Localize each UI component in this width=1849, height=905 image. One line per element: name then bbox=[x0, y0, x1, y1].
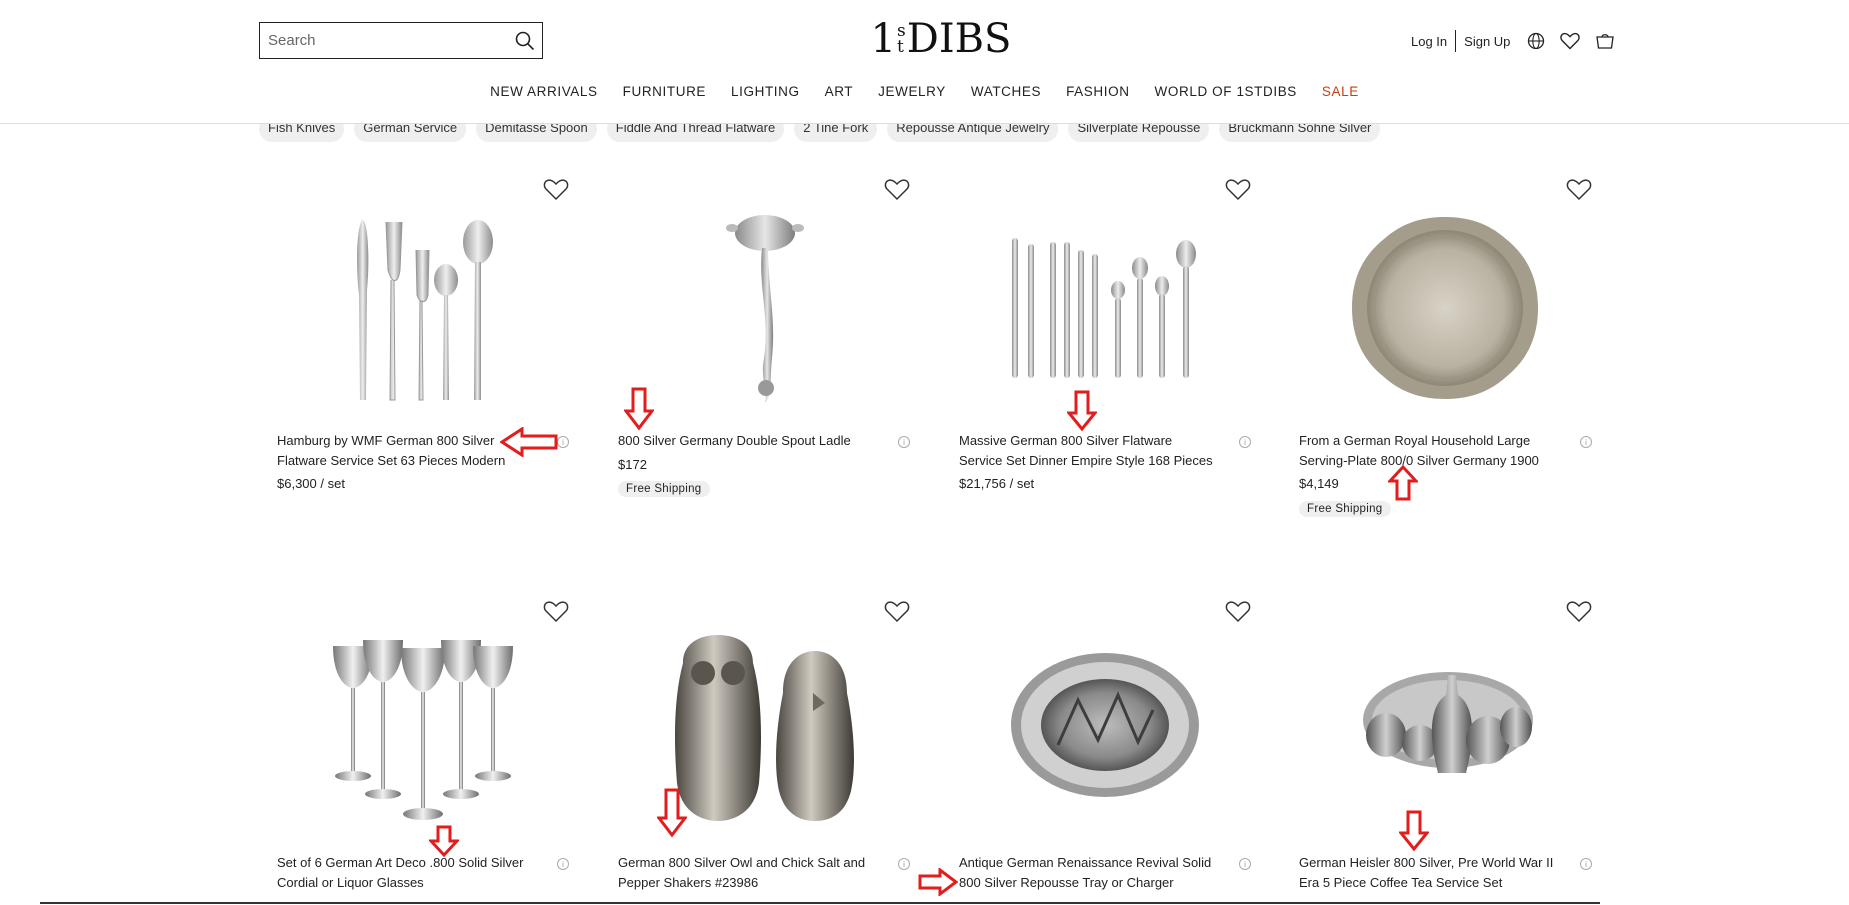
annotation-arrow-down bbox=[1067, 390, 1097, 432]
logo-wordmark: DIBS bbox=[906, 16, 1012, 62]
product-price: $21,756 / set bbox=[959, 476, 1035, 491]
nav-lighting[interactable]: LIGHTING bbox=[719, 84, 813, 99]
product-image[interactable] bbox=[997, 225, 1212, 385]
product-title[interactable]: Hamburg by WMF German 800 Silver Flatwar… bbox=[277, 431, 537, 471]
product-price: $172 bbox=[618, 457, 647, 472]
nav-sale[interactable]: SALE bbox=[1309, 84, 1371, 99]
search-input[interactable] bbox=[260, 23, 508, 58]
product-image[interactable] bbox=[1005, 650, 1205, 800]
logo-superscript: s t bbox=[897, 23, 906, 57]
signup-link[interactable]: Sign Up bbox=[1464, 34, 1510, 49]
product-title[interactable]: Massive German 800 Silver Flatware Servi… bbox=[959, 431, 1219, 471]
annotation-arrow-up bbox=[1388, 465, 1418, 501]
product-title[interactable]: German Heisler 800 Silver, Pre World War… bbox=[1299, 853, 1559, 893]
heart-icon[interactable] bbox=[1223, 174, 1253, 204]
product-title[interactable]: 800 Silver Germany Double Spout Ladle bbox=[618, 431, 878, 451]
globe-icon[interactable] bbox=[1525, 30, 1547, 52]
free-shipping-badge: Free Shipping bbox=[618, 481, 710, 497]
info-icon[interactable]: i bbox=[557, 858, 569, 870]
main-nav: NEW ARRIVALS FURNITURE LIGHTING ART JEWE… bbox=[0, 84, 1849, 99]
annotation-arrow-down bbox=[657, 788, 687, 838]
heart-icon[interactable] bbox=[882, 596, 912, 626]
free-shipping-badge: Free Shipping bbox=[1299, 501, 1391, 517]
info-icon[interactable]: i bbox=[1239, 436, 1251, 448]
info-icon[interactable]: i bbox=[1580, 858, 1592, 870]
product-image[interactable] bbox=[700, 205, 830, 410]
logo-sup-bottom: t bbox=[897, 37, 904, 57]
cart-icon[interactable] bbox=[1594, 30, 1616, 52]
product-price: $4,149 bbox=[1299, 476, 1339, 491]
nav-jewelry[interactable]: JEWELRY bbox=[866, 84, 959, 99]
product-image[interactable] bbox=[1345, 210, 1545, 405]
info-icon[interactable]: i bbox=[898, 436, 910, 448]
nav-art[interactable]: ART bbox=[812, 84, 866, 99]
search-box[interactable] bbox=[259, 22, 543, 59]
logo-digit: 1 bbox=[870, 16, 897, 62]
annotation-arrow-left bbox=[500, 427, 558, 457]
info-icon[interactable]: i bbox=[1580, 436, 1592, 448]
heart-icon[interactable] bbox=[541, 596, 571, 626]
info-icon[interactable]: i bbox=[557, 436, 569, 448]
product-title[interactable]: Antique German Renaissance Revival Solid… bbox=[959, 853, 1219, 893]
info-icon[interactable]: i bbox=[1239, 858, 1251, 870]
heart-icon[interactable] bbox=[1559, 30, 1581, 52]
heart-icon[interactable] bbox=[882, 174, 912, 204]
site-header: 1 s t DIBS Log In Sign Up NEW ARRIVALS F… bbox=[0, 0, 1849, 124]
annotation-arrow-down bbox=[1399, 810, 1429, 852]
nav-watches[interactable]: WATCHES bbox=[958, 84, 1053, 99]
heart-icon[interactable] bbox=[1223, 596, 1253, 626]
annotation-arrow-down bbox=[624, 387, 654, 431]
site-logo[interactable]: 1 s t DIBS bbox=[871, 16, 1012, 62]
login-link[interactable]: Log In bbox=[1411, 34, 1447, 49]
product-title[interactable]: German 800 Silver Owl and Chick Salt and… bbox=[618, 853, 878, 893]
heart-icon[interactable] bbox=[1564, 174, 1594, 204]
search-icon[interactable] bbox=[508, 24, 542, 58]
product-title[interactable]: Set of 6 German Art Deco .800 Solid Silv… bbox=[277, 853, 537, 893]
page-bottom-divider bbox=[40, 902, 1600, 904]
account-divider bbox=[1455, 30, 1457, 52]
annotation-arrow-right bbox=[918, 868, 958, 896]
product-price: $6,300 / set bbox=[277, 476, 345, 491]
product-image[interactable] bbox=[320, 633, 525, 828]
heart-icon[interactable] bbox=[1564, 596, 1594, 626]
heart-icon[interactable] bbox=[541, 174, 571, 204]
nav-world-of-1stdibs[interactable]: WORLD OF 1STDIBS bbox=[1142, 84, 1309, 99]
info-icon[interactable]: i bbox=[898, 858, 910, 870]
nav-new-arrivals[interactable]: NEW ARRIVALS bbox=[478, 84, 610, 99]
product-title[interactable]: From a German Royal Household Large Serv… bbox=[1299, 431, 1559, 471]
product-image[interactable] bbox=[1345, 655, 1550, 795]
product-image[interactable] bbox=[660, 630, 870, 825]
product-image[interactable] bbox=[335, 196, 515, 414]
nav-fashion[interactable]: FASHION bbox=[1054, 84, 1142, 99]
nav-furniture[interactable]: FURNITURE bbox=[610, 84, 718, 99]
account-links: Log In Sign Up bbox=[1411, 28, 1510, 54]
